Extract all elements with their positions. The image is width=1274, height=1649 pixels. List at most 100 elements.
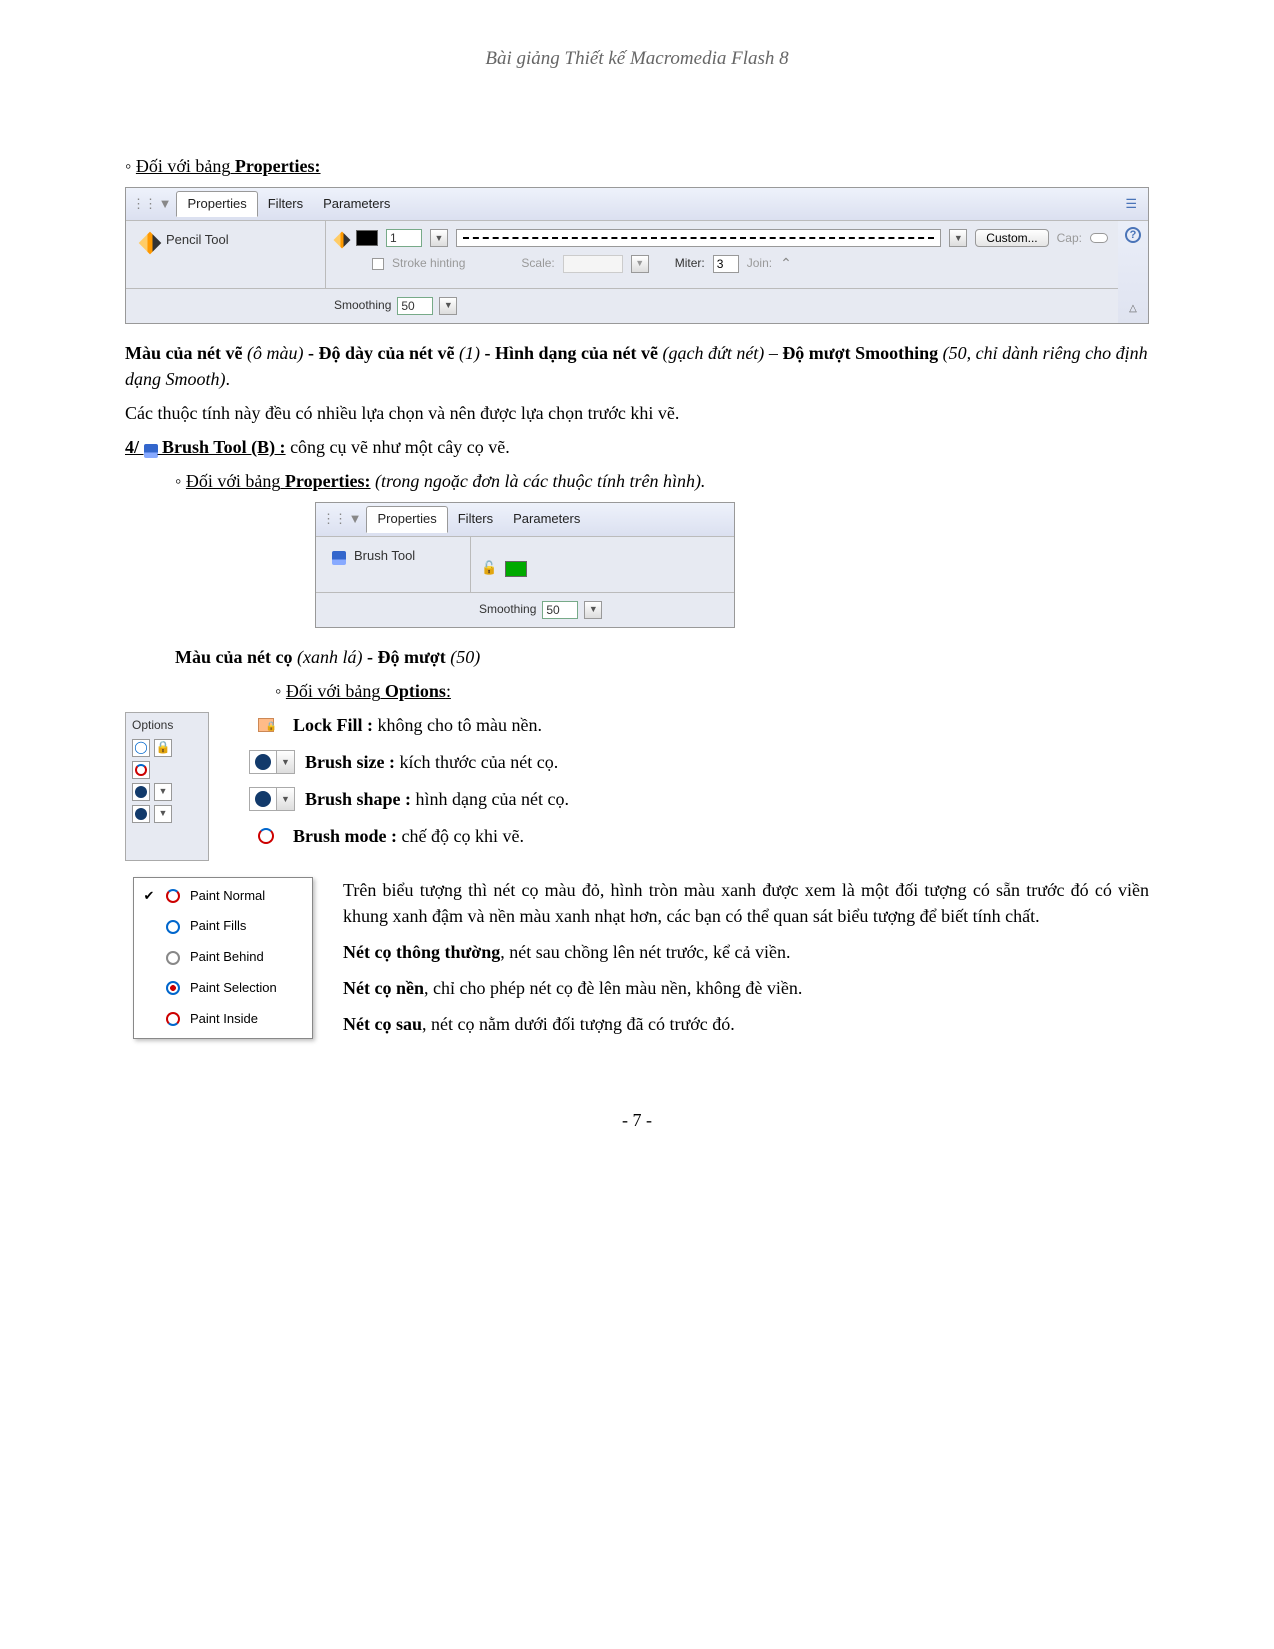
t: kích thước của nét cọ. <box>395 752 558 772</box>
p: Nét cọ nền, chỉ cho phép nét cọ đè lên m… <box>343 975 1149 1001</box>
cap-icon[interactable] <box>1090 233 1108 243</box>
t: Brush shape : <box>305 789 411 809</box>
tab-properties[interactable]: Properties <box>176 191 257 218</box>
t: , nét sau chồng lên nét trước, kể cả viề… <box>500 942 790 962</box>
smoothing-input[interactable] <box>542 601 578 619</box>
collapse-icon[interactable]: △ <box>1129 302 1137 317</box>
t: - Độ mượt <box>362 647 450 667</box>
options-title: Options <box>132 717 202 734</box>
join-icon[interactable]: ⌃ <box>780 253 792 273</box>
custom-button[interactable]: Custom... <box>975 229 1048 247</box>
brush-mode-option-icon[interactable]: ◯ <box>132 739 150 757</box>
brush-size-dropdown[interactable]: ▼ <box>154 783 172 801</box>
check-icon: ✔ <box>142 887 156 906</box>
stroke-width-dropdown[interactable]: ▼ <box>430 229 448 247</box>
brush-tool-heading: 4/ Brush Tool (B) : công cụ vẽ như một c… <box>125 434 1149 460</box>
scale-label: Scale: <box>521 255 554 272</box>
t: Brush size : <box>305 752 395 772</box>
brush-shape-item: ▼ Brush shape : hình dạng của nét cọ. <box>249 786 1149 812</box>
t: (1) <box>459 343 480 363</box>
t: Đối với bảng <box>186 471 281 491</box>
stroke-style-dropdown[interactable]: ▼ <box>949 229 967 247</box>
menu-label: Paint Normal <box>190 887 265 906</box>
menu-item-paint-normal[interactable]: ✔ Paint Normal <box>134 881 312 912</box>
options-heading: ◦ Đối với bảng Options: <box>275 678 1149 704</box>
pencil-properties-panel: ⋮⋮ ▼ Properties Filters Parameters ☰ Pen… <box>125 187 1149 324</box>
miter-input[interactable] <box>713 255 739 273</box>
bullet: ◦ <box>125 156 136 176</box>
brush-mode-description: Trên biểu tượng thì nét cọ màu đỏ, hình … <box>343 877 1149 1047</box>
panel-grip-icon: ⋮⋮ ▼ <box>132 195 170 214</box>
panel-menu-icon[interactable]: ☰ <box>1125 195 1136 214</box>
t: - Hình dạng của nét vẽ <box>480 343 663 363</box>
stroke-hinting-checkbox[interactable] <box>372 258 384 270</box>
stroke-style-preview[interactable] <box>456 229 941 247</box>
tab-filters[interactable]: Filters <box>448 507 503 532</box>
menu-item-paint-selection[interactable]: Paint Selection <box>134 973 312 1004</box>
t: Nét cọ nền <box>343 978 424 998</box>
menu-item-paint-inside[interactable]: Paint Inside <box>134 1004 312 1035</box>
brush-mode-icon <box>249 824 283 848</box>
menu-label: Paint Selection <box>190 979 277 998</box>
tab-parameters[interactable]: Parameters <box>313 192 400 217</box>
t: Màu của nét cọ <box>175 647 297 667</box>
smoothing-dropdown[interactable]: ▼ <box>439 297 457 315</box>
t: (ô màu) <box>247 343 304 363</box>
brush-size-dropdown-icon: ▼ <box>249 750 295 774</box>
stroke-width-input[interactable] <box>386 229 422 247</box>
document-header: Bài giảng Thiết kế Macromedia Flash 8 <box>125 45 1149 73</box>
paint-selection-icon <box>164 979 182 997</box>
bullet: ◦ <box>175 471 186 491</box>
t: Độ mượt Smoothing <box>782 343 942 363</box>
tab-filters[interactable]: Filters <box>258 192 313 217</box>
menu-label: Paint Fills <box>190 917 246 936</box>
menu-label: Paint Behind <box>190 948 264 967</box>
menu-item-paint-behind[interactable]: Paint Behind <box>134 942 312 973</box>
t: Đối với bảng <box>286 681 381 701</box>
t: Options <box>380 681 446 701</box>
brush-shape-dropdown[interactable]: ▼ <box>154 805 172 823</box>
properties-intro: ◦ Đối với bảng Properties: <box>125 153 1149 179</box>
paint-behind-icon <box>164 949 182 967</box>
p: Trên biểu tượng thì nét cọ màu đỏ, hình … <box>343 877 1149 929</box>
t: (xanh lá) <box>297 647 362 667</box>
lock-fill-icon <box>249 713 283 737</box>
t: không cho tô màu nền. <box>373 715 542 735</box>
t: Brush Tool (B) : <box>158 437 286 457</box>
pencil-props-desc: Màu của nét vẽ (ô màu) - Độ dày của nét … <box>125 340 1149 392</box>
t: 4/ <box>125 437 144 457</box>
tool-name: Brush Tool <box>354 547 415 566</box>
panel-tabs: ⋮⋮ ▼ Properties Filters Parameters ☰ <box>126 188 1148 222</box>
panel-tabs: ⋮⋮ ▼ Properties Filters Parameters <box>316 503 734 537</box>
brush-properties-panel: ⋮⋮ ▼ Properties Filters Parameters Brush… <box>315 502 735 628</box>
smoothing-dropdown[interactable]: ▼ <box>584 601 602 619</box>
scale-dropdown[interactable]: ▼ <box>631 255 649 273</box>
smoothing-input[interactable] <box>397 297 433 315</box>
tab-parameters[interactable]: Parameters <box>503 507 590 532</box>
brush-shape-button[interactable] <box>132 805 150 823</box>
stroke-color-swatch[interactable] <box>356 230 378 246</box>
bullet: ◦ <box>275 681 286 701</box>
lock-fill-option-icon[interactable]: 🔒 <box>154 739 172 757</box>
p: Nét cọ thông thường, nét sau chồng lên n… <box>343 939 1149 965</box>
p: Nét cọ sau, nét cọ nằm dưới đối tượng đã… <box>343 1011 1149 1037</box>
stroke-hinting-label: Stroke hinting <box>392 255 465 272</box>
stroke-color-icon <box>334 232 351 249</box>
brush-props-sub: ◦ Đối với bảng Properties: (trong ngoặc … <box>175 468 1149 494</box>
menu-item-paint-fills[interactable]: Paint Fills <box>134 911 312 942</box>
brush-size-button[interactable] <box>132 783 150 801</box>
brush-mode-button[interactable] <box>132 761 150 779</box>
scale-field[interactable] <box>563 255 623 273</box>
cap-label: Cap: <box>1057 230 1082 247</box>
smoothing-label: Smoothing <box>479 601 536 618</box>
intro-underline: Đối với bảng <box>136 156 231 176</box>
fill-color-swatch[interactable] <box>505 561 527 577</box>
brush-icon <box>332 551 346 565</box>
help-icon[interactable]: ? <box>1125 227 1141 243</box>
brush-icon <box>144 444 158 458</box>
tab-properties[interactable]: Properties <box>366 506 447 533</box>
t: Brush mode : <box>293 826 397 846</box>
options-panel: Options ◯ 🔒 ▼ ▼ <box>125 712 209 860</box>
brush-mode-menu: ✔ Paint Normal Paint Fills Paint Behind … <box>133 877 313 1039</box>
brush-mode-item: Brush mode : chế độ cọ khi vẽ. <box>249 823 1149 849</box>
